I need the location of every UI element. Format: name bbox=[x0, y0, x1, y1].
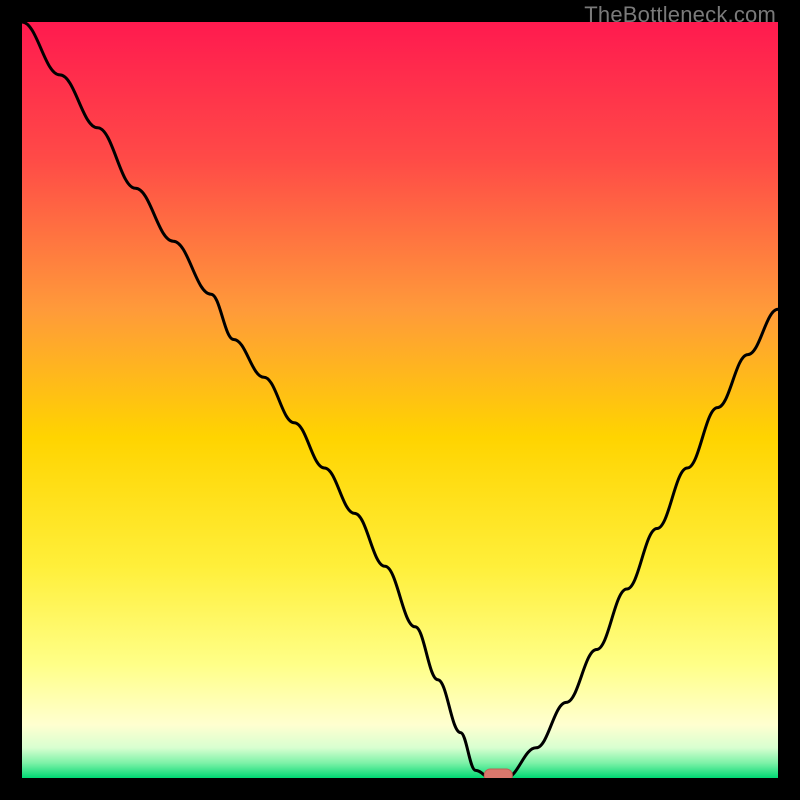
watermark-text: TheBottleneck.com bbox=[584, 2, 776, 28]
optimal-marker bbox=[484, 769, 512, 778]
gradient-background bbox=[22, 22, 778, 778]
bottleneck-plot bbox=[22, 22, 778, 778]
chart-frame bbox=[22, 22, 778, 778]
